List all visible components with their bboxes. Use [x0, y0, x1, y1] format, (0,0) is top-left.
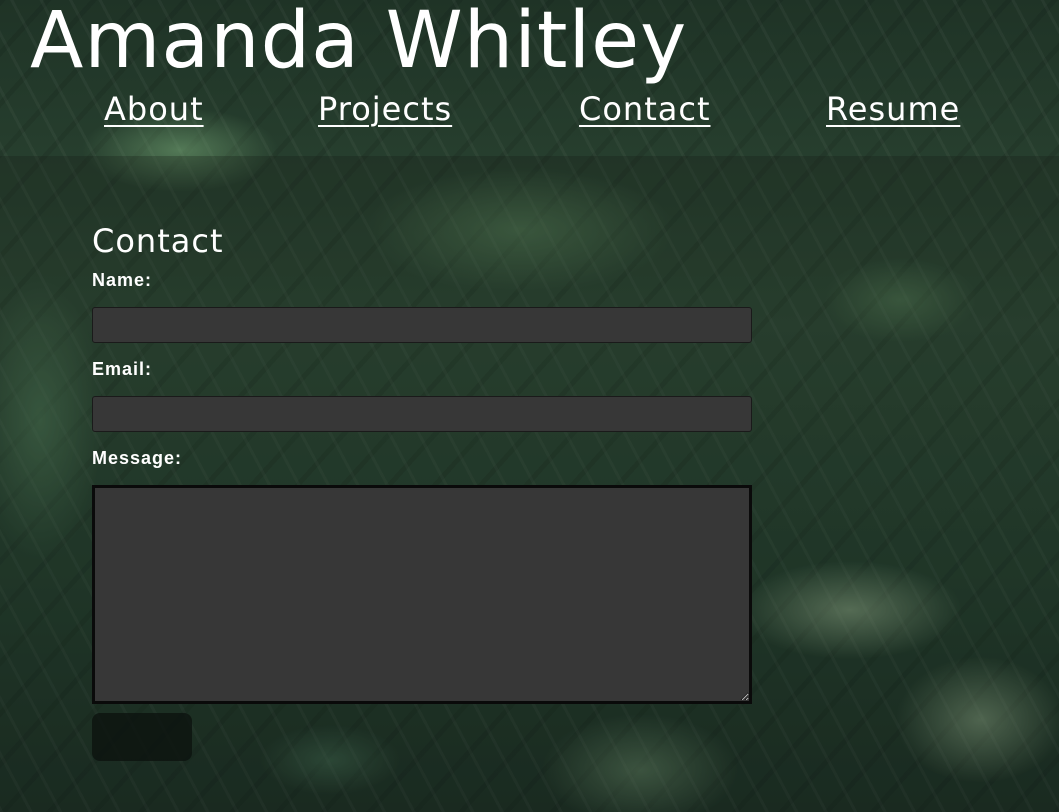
nav-link-resume[interactable]: Resume	[826, 90, 960, 128]
message-label: Message:	[92, 448, 183, 468]
name-field[interactable]	[92, 307, 752, 343]
nav-link-about[interactable]: About	[104, 90, 204, 128]
message-field[interactable]	[92, 485, 752, 704]
contact-heading: Contact	[92, 222, 224, 260]
submit-button[interactable]	[92, 713, 192, 761]
site-title: Amanda Whitley	[30, 0, 688, 86]
email-label: Email:	[92, 359, 153, 379]
nav-link-contact[interactable]: Contact	[579, 90, 711, 128]
name-label: Name:	[92, 270, 153, 290]
email-field[interactable]	[92, 396, 752, 432]
nav-link-projects[interactable]: Projects	[318, 90, 452, 128]
